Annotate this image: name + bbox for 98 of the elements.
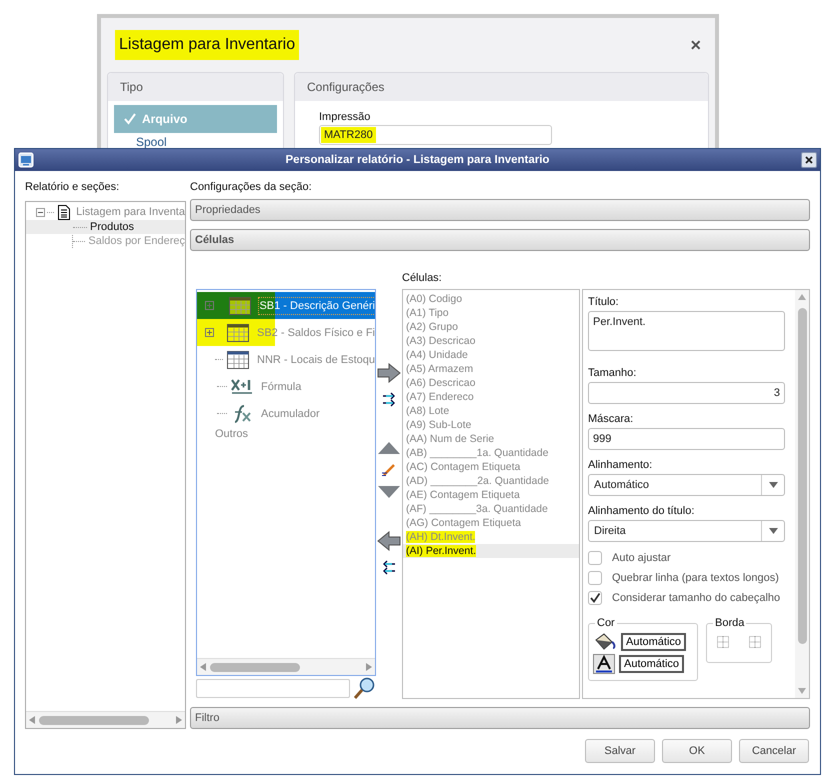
size-field[interactable]: 3 <box>588 382 785 404</box>
tree-item[interactable]: Listagem para Inventa <box>76 206 185 218</box>
alignment-dropdown[interactable]: Automático <box>588 474 785 496</box>
move-up-icon[interactable] <box>377 441 401 455</box>
checkbox-label: Considerar tamanho do cabeçalho <box>612 592 780 604</box>
arrow-right-icon[interactable] <box>377 363 401 383</box>
field-label: Alinhamento do título: <box>588 505 696 517</box>
transfer-icon[interactable] <box>382 559 396 577</box>
cell-item[interactable]: (A4) Unidade <box>406 349 468 361</box>
section-label: Configurações da seção: <box>190 181 313 195</box>
search-field[interactable] <box>196 678 350 698</box>
field-label: Alinhamento: <box>588 459 654 471</box>
horizontal-scrollbar[interactable] <box>26 711 185 728</box>
tree-item[interactable]: Saldos por Endereç <box>26 234 185 248</box>
field-label: Impressão <box>319 111 372 123</box>
panel-header: Configurações <box>307 80 384 94</box>
arrow-left-icon[interactable] <box>377 531 401 551</box>
title-alignment-dropdown[interactable]: Direita <box>588 520 785 542</box>
transfer-icon[interactable] <box>382 391 396 409</box>
horizontal-scrollbar[interactable] <box>197 658 375 675</box>
cell-item[interactable]: (A9) Sub-Lote <box>406 419 472 431</box>
cell-item[interactable]: (AD) ________2a. Quantidade <box>406 475 550 487</box>
app-icon <box>18 152 34 168</box>
field-label: Título: <box>588 296 620 308</box>
cell-item[interactable]: (A3) Descricao <box>406 335 476 347</box>
checkbox-label: Quebrar linha (para textos longos) <box>612 572 779 584</box>
cells-label: Células: <box>402 272 443 286</box>
font-color-icon[interactable] <box>593 654 615 674</box>
window-title: Personalizar relatório - Listagem para Inventario <box>284 154 550 166</box>
cell-item[interactable]: (A8) Lote <box>406 405 450 417</box>
vertical-scrollbar[interactable] <box>795 290 809 698</box>
paint-bucket-icon[interactable] <box>593 632 617 652</box>
cell-item[interactable]: (A6) Descricao <box>406 377 476 389</box>
dialog-title: Listagem para Inventario <box>115 30 300 60</box>
dialog-button[interactable]: Cancelar <box>739 739 809 763</box>
cell-item[interactable]: (AC) Contagem Etiqueta <box>406 461 520 473</box>
expand-icon[interactable] <box>205 328 214 337</box>
panel-bar[interactable]: Células <box>190 229 810 251</box>
caret-icon <box>768 482 778 488</box>
title-field[interactable]: Per.Invent. <box>588 311 785 351</box>
tree-item[interactable]: Acumulador <box>261 408 320 420</box>
tree-item[interactable]: Fórmula <box>261 380 302 392</box>
cell-item[interactable]: (A1) Tipo <box>406 307 449 319</box>
cell-item[interactable]: (A7) Endereco <box>406 391 474 403</box>
dialog-button[interactable]: Salvar <box>585 739 655 763</box>
tree-item[interactable]: Produtos <box>26 220 185 234</box>
close-icon <box>805 156 813 164</box>
section-label: Relatório e seções: <box>25 181 120 195</box>
table-icon <box>227 324 249 342</box>
cell-item[interactable]: (AH) Dt.Invent. <box>406 531 476 543</box>
move-down-icon[interactable] <box>377 485 401 499</box>
panel-header: Tipo <box>120 80 143 94</box>
panel-bar[interactable]: Propriedades <box>190 199 810 221</box>
caret-icon <box>768 528 778 534</box>
cell-item[interactable]: (AG) Contagem Etiqueta <box>406 517 521 529</box>
scroll-left-icon[interactable] <box>29 716 35 724</box>
cell-item[interactable]: (AI) Per.Invent. <box>406 545 476 557</box>
pencil-icon[interactable] <box>381 463 397 477</box>
checkbox[interactable] <box>588 571 602 585</box>
collapse-icon[interactable] <box>36 208 45 216</box>
checkbox[interactable] <box>588 551 602 565</box>
type-option[interactable]: Arquivo <box>114 105 277 133</box>
print-field[interactable]: MATR280 <box>319 125 552 145</box>
scroll-left-icon[interactable] <box>200 663 206 671</box>
table-icon <box>227 350 249 368</box>
cell-item[interactable]: (A0) Codigo <box>406 293 462 305</box>
cell-item[interactable]: (A5) Armazem <box>406 363 474 375</box>
document-icon <box>58 204 70 220</box>
border-grid-icon[interactable] <box>749 636 761 648</box>
check-icon <box>124 113 136 125</box>
cell-item[interactable]: (AE) Contagem Etiqueta <box>406 489 520 501</box>
font-color-button[interactable]: Automático <box>619 655 684 673</box>
table-icon <box>229 296 252 314</box>
field-label: Tamanho: <box>588 367 638 379</box>
scroll-up-icon[interactable] <box>798 294 806 300</box>
field-label: Máscara: <box>588 413 634 425</box>
search-icon[interactable] <box>352 677 376 699</box>
background-color-button[interactable]: Automático <box>621 633 686 651</box>
border-grid-icon[interactable] <box>717 636 729 648</box>
checkbox-label: Auto ajustar <box>612 552 671 564</box>
cell-item[interactable]: (AB) ________1a. Quantidade <box>406 447 548 459</box>
dialog-button[interactable]: OK <box>662 739 732 763</box>
tree-item[interactable]: NNR - Locais de Estoqu <box>257 354 375 366</box>
close-button[interactable]: × <box>686 34 705 56</box>
scroll-right-icon[interactable] <box>366 663 372 671</box>
group-label: Borda <box>713 617 746 629</box>
cell-item[interactable]: (AA) Num de Serie <box>406 433 494 445</box>
tree-item[interactable]: Outros <box>215 428 248 440</box>
cell-item[interactable]: (A2) Grupo <box>406 321 458 333</box>
mask-field[interactable]: 999 <box>588 428 785 450</box>
group-label: Cor <box>595 617 617 629</box>
scroll-down-icon[interactable] <box>798 688 806 694</box>
panel-bar[interactable]: Filtro <box>190 707 810 729</box>
checkbox[interactable] <box>588 591 602 605</box>
formula-icon <box>231 378 253 396</box>
close-button[interactable] <box>801 152 817 168</box>
cell-item[interactable]: (AF) ________3a. Quantidade <box>406 503 548 515</box>
scroll-right-icon[interactable] <box>176 716 182 724</box>
